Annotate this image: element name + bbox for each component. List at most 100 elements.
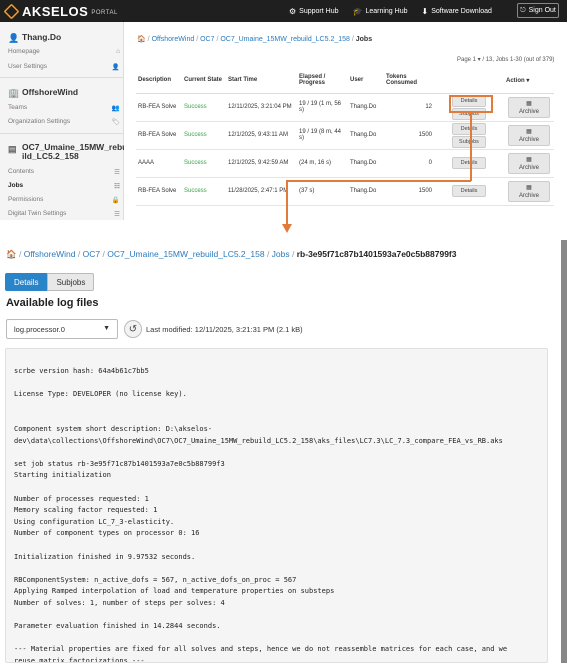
learning-hub-label: Learning Hub [365, 7, 408, 15]
sign-out-button[interactable]: ⎋ Sign Out [517, 3, 559, 18]
sidebar-item-permissions[interactable]: Permissions 🔒 [8, 196, 120, 204]
detail-tabs: Details Subjobs [5, 273, 95, 291]
archive-label: Archive [518, 192, 539, 199]
log-line: scrbe version hash: 64a4b61c7bb5 [14, 367, 149, 375]
sign-out-icon: ⎋ [520, 6, 526, 14]
sidebar-item-homepage[interactable]: Homepage ⌂ [8, 48, 120, 55]
breadcrumb-collection[interactable]: OC7_Umaine_15MW_rebuild_LC5.2_158 [220, 36, 350, 43]
cell-details: Details Subjobs [434, 121, 504, 150]
sidebar-item-user-settings[interactable]: User Settings 👤 [8, 63, 120, 71]
cell-action: ▦ Archive [504, 93, 554, 122]
sidebar-item-digital-twin-settings[interactable]: Digital Twin Settings ☰ [8, 210, 120, 218]
sidebar-item-label: Organization Settings [8, 118, 71, 125]
table-row[interactable]: AAAA Success 12/1/2025, 9:42:59 AM (24 m… [136, 149, 554, 178]
table-header-row: Description Current State Start Time Ela… [136, 68, 554, 94]
tab-details[interactable]: Details [5, 273, 48, 291]
sign-out-label: Sign Out [528, 7, 556, 14]
home-icon[interactable]: 🏠 [6, 249, 17, 259]
cell-description: RB-FEA Solve [136, 93, 182, 122]
akselos-logo[interactable]: AKSELOS PORTAL [3, 3, 118, 19]
log-viewer[interactable]: scrbe version hash: 64a4b61c7bb5 License … [5, 348, 548, 663]
annotation-arrow-segment [470, 113, 472, 181]
cell-action: ▦ Archive [504, 177, 554, 206]
refresh-icon[interactable]: ↺ [124, 320, 142, 338]
log-line: dev\data\collections\OffshoreWind\OC7\OC… [14, 436, 503, 445]
lock-icon: 🔒 [111, 197, 120, 204]
log-file-select[interactable]: log.processor.0 ▼ [6, 319, 118, 339]
software-download-link[interactable]: ⬇ Software Download [421, 7, 491, 16]
cell-description: AAAA [136, 149, 182, 178]
home-icon[interactable]: 🏠 [137, 36, 146, 43]
log-line: Initialization finished in 9.97532 secon… [14, 552, 196, 561]
archive-label: Archive [518, 108, 539, 115]
sidebar-user-header[interactable]: 👤 Thang.Do [8, 32, 62, 43]
cell-tokens: 12 [384, 93, 434, 122]
building-icon: 🏢 [8, 87, 20, 98]
breadcrumb-collection[interactable]: OC7_Umaine_15MW_rebuild_LC5.2_158 [107, 249, 264, 259]
sidebar-item-organization-settings[interactable]: Organization Settings 🏷 [8, 118, 120, 126]
details-button[interactable]: Details [452, 185, 486, 197]
sidebar-item-label: Permissions [8, 196, 44, 203]
log-line: Number of component types on processor 0… [14, 529, 200, 538]
col-user: User [348, 68, 384, 94]
log-line: Number of solves: 1, number of steps per… [14, 599, 225, 607]
details-button[interactable]: Details [452, 157, 486, 169]
col-action[interactable]: Action ▾ [504, 68, 554, 94]
details-button[interactable]: Details [452, 122, 486, 135]
cell-action: ▦ Archive [504, 121, 554, 150]
sidebar-collection-header[interactable]: ▤ OC7_Umaine_15MW_rebu ild_LC5.2_158 [8, 143, 127, 161]
subjobs-button[interactable]: Subjobs [452, 135, 486, 148]
sidebar-item-contents[interactable]: Contents ☰ [8, 168, 120, 176]
archive-button[interactable]: ▦ Archive [508, 124, 550, 146]
breadcrumb-oc7[interactable]: OC7 [200, 36, 214, 43]
log-line: License Type: DEVELOPER (no license key)… [14, 390, 187, 399]
cell-start-time: 12/11/2025, 3:21:04 PM [226, 93, 297, 122]
log-line: Using configuration LC_7_3-elasticity. [14, 517, 175, 526]
vertical-scrollbar[interactable] [561, 240, 567, 663]
table-row[interactable]: RB-FEA Solve Success 12/1/2025, 9:43:11 … [136, 121, 554, 150]
breadcrumb-job-id: rb-3e95f71c87b1401593a7e0c5b88799f3 [296, 249, 457, 259]
available-log-files-title: Available log files [6, 297, 99, 309]
sidebar-divider [0, 133, 124, 134]
logo-text: AKSELOS [22, 3, 89, 19]
pagination-info[interactable]: Page 1 ▾ / 13, Jobs 1-30 (out of 379) [457, 56, 554, 63]
archive-button[interactable]: ▦ Archive [508, 96, 550, 118]
list-icon: ☷ [114, 183, 120, 190]
breadcrumb-oc7[interactable]: OC7 [83, 249, 100, 259]
learning-hub-link[interactable]: 🎓 Learning Hub [352, 7, 407, 16]
archive-button[interactable]: ▦ Archive [508, 180, 550, 202]
user-settings-icon: 👤 [111, 64, 120, 71]
cell-start-time: 12/1/2025, 9:43:11 AM [226, 121, 297, 150]
cell-details: Details [434, 149, 504, 178]
log-line: RBComponentSystem: n_active_dofs = 567, … [14, 575, 297, 584]
log-line: Parameter evaluation finished in 14.2844… [14, 622, 221, 631]
sidebar-divider [0, 77, 124, 78]
user-name: Thang.Do [22, 32, 62, 42]
breadcrumb-offshorewind[interactable]: OffshoreWind [152, 36, 195, 43]
tab-subjobs[interactable]: Subjobs [47, 273, 95, 291]
cell-action: ▦ Archive [504, 149, 554, 178]
archive-button[interactable]: ▦ Archive [508, 152, 550, 174]
sidebar-item-jobs[interactable]: Jobs ☷ [8, 182, 120, 190]
support-hub-link[interactable]: ⚙ Support Hub [289, 7, 338, 16]
cell-start-time: 12/1/2025, 9:42:59 AM [226, 149, 297, 178]
archive-icon: ▦ [526, 156, 532, 163]
sidebar-item-teams[interactable]: Teams 👥 [8, 104, 120, 112]
collection-name-line2: ild_LC5.2_158 [22, 151, 79, 161]
sidebar-item-label: Jobs [8, 182, 24, 189]
last-modified-text: Last modified: 12/11/2025, 3:21:31 PM (2… [146, 325, 303, 334]
cell-user: Thang.Do [348, 121, 384, 150]
tag-icon: 🏷 [111, 119, 120, 126]
archive-label: Archive [518, 136, 539, 143]
status-badge: Success [182, 177, 226, 206]
breadcrumb-jobs[interactable]: Jobs [272, 249, 290, 259]
jobs-table: Description Current State Start Time Ela… [136, 68, 554, 206]
top-navbar: AKSELOS PORTAL ⚙ Support Hub 🎓 Learning … [0, 0, 567, 22]
sidebar: 👤 Thang.Do Homepage ⌂ User Settings 👤 🏢 … [0, 22, 127, 220]
archive-icon: ▦ [526, 100, 532, 107]
team-icon: 👥 [111, 105, 120, 112]
sidebar-item-label: User Settings [8, 63, 48, 70]
sidebar-org-header[interactable]: 🏢 OffshoreWind [8, 87, 78, 98]
breadcrumb-offshorewind[interactable]: OffshoreWind [24, 249, 76, 259]
breadcrumb: 🏠 / OffshoreWind / OC7 / OC7_Umaine_15MW… [137, 36, 373, 43]
